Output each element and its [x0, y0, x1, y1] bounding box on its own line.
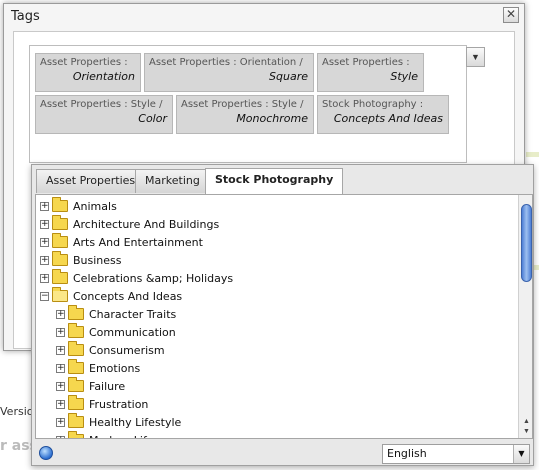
expand-icon[interactable]: + — [40, 273, 49, 283]
folder-icon — [68, 395, 84, 410]
tag-chip[interactable]: Asset Properties : Style / Color — [35, 95, 173, 134]
tree-node[interactable]: + Celebrations &amp; Holidays — [40, 269, 233, 287]
tree-node[interactable]: + Animals — [40, 197, 117, 215]
tree-node-label: Modern Life — [89, 434, 154, 439]
tree-node[interactable]: + Healthy Lifestyle — [56, 413, 181, 431]
folder-icon — [52, 197, 68, 212]
folder-icon — [68, 359, 84, 374]
tree-node[interactable]: + Consumerism — [56, 341, 165, 359]
scrollbar[interactable]: ▲ ▼ — [518, 195, 532, 438]
folder-icon — [68, 377, 84, 392]
tree-node[interactable]: + Frustration — [56, 395, 148, 413]
tag-chip[interactable]: Asset Properties : Orientation — [35, 53, 141, 92]
folder-icon — [68, 341, 84, 356]
tree-node-label: Consumerism — [89, 343, 165, 357]
folder-icon — [52, 233, 68, 248]
dialog-title: Tags — [11, 9, 40, 24]
expand-icon[interactable]: + — [40, 219, 49, 229]
scroll-down-icon[interactable]: ▼ — [521, 427, 532, 437]
expand-icon[interactable]: + — [56, 399, 65, 409]
tag-name: Color — [138, 112, 167, 125]
tree-node-label: Emotions — [89, 361, 141, 375]
scroll-up-icon[interactable]: ▲ — [521, 417, 532, 427]
tag-name: Concepts And Ideas — [333, 112, 443, 125]
tag-namespace: Asset Properties : — [40, 57, 128, 68]
tab-asset-properties[interactable]: Asset Properties — [36, 169, 146, 193]
tree-node-label: Animals — [73, 199, 117, 213]
expand-icon[interactable]: + — [40, 255, 49, 265]
tree-node-label: Celebrations &amp; Holidays — [73, 271, 234, 285]
folder-icon — [68, 431, 84, 438]
scroll-thumb[interactable] — [521, 204, 532, 282]
tag-namespace: Stock Photography : — [322, 99, 424, 110]
tree-node[interactable]: − Concepts And Ideas — [40, 287, 182, 305]
tree-node[interactable]: + Failure — [56, 377, 125, 395]
tree-node-label: Architecture And Buildings — [73, 217, 220, 231]
tag-chip[interactable]: Asset Properties : Orientation / Square — [144, 53, 314, 92]
tree-node[interactable]: + Emotions — [56, 359, 140, 377]
tag-name: Style — [390, 70, 418, 83]
chevron-down-icon[interactable]: ▼ — [513, 445, 529, 463]
tag-name: Square — [269, 70, 308, 83]
language-select[interactable]: English ▼ — [382, 444, 530, 464]
tag-namespace: Asset Properties : Style / — [181, 99, 304, 110]
tree-node[interactable]: + Architecture And Buildings — [40, 215, 219, 233]
background-stripe — [526, 152, 539, 157]
expand-icon[interactable]: + — [40, 201, 49, 211]
tree-node[interactable]: + Communication — [56, 323, 176, 341]
expand-icon[interactable]: + — [56, 381, 65, 391]
tree-node-label: Frustration — [89, 397, 149, 411]
language-value: English — [387, 447, 427, 460]
tree-node-label: Business — [73, 253, 122, 267]
collapse-icon[interactable]: − — [40, 291, 49, 301]
tree-node[interactable]: + Character Traits — [56, 305, 176, 323]
tag-name: Monochrome — [236, 112, 308, 125]
tag-picker: Asset Properties Marketing Stock Photogr… — [31, 164, 534, 466]
tree-node-label: Character Traits — [89, 307, 177, 321]
tree-node-label: Failure — [89, 379, 126, 393]
tree-node[interactable]: + Arts And Entertainment — [40, 233, 203, 251]
tag-chip[interactable]: Asset Properties : Style — [317, 53, 424, 92]
expand-icon[interactable]: + — [56, 309, 65, 319]
globe-icon[interactable] — [39, 446, 53, 460]
tag-chip[interactable]: Stock Photography : Concepts And Ideas — [317, 95, 449, 134]
tree-node-label: Healthy Lifestyle — [89, 415, 182, 429]
tab-stock-photography[interactable]: Stock Photography — [205, 168, 344, 194]
folder-icon — [52, 269, 68, 284]
expand-icon[interactable]: + — [56, 345, 65, 355]
close-button[interactable]: ✕ — [503, 7, 519, 23]
folder-icon — [52, 251, 68, 266]
expand-icon[interactable]: + — [56, 435, 65, 438]
tree-node-label: Arts And Entertainment — [73, 235, 203, 249]
tree-node[interactable]: + Business — [40, 251, 122, 269]
folder-icon — [52, 287, 68, 302]
folder-icon — [68, 323, 84, 338]
expand-icon[interactable]: + — [40, 237, 49, 247]
tag-namespace: Asset Properties : Style / — [40, 99, 163, 110]
folder-icon — [68, 305, 84, 320]
folder-icon — [68, 413, 84, 428]
tag-name: Orientation — [72, 70, 135, 83]
tag-namespace: Asset Properties : — [322, 57, 410, 68]
tree-node-label: Concepts And Ideas — [73, 289, 183, 303]
folder-icon — [52, 215, 68, 230]
tree-node[interactable]: + Modern Life — [56, 431, 154, 439]
expand-icon[interactable]: + — [56, 363, 65, 373]
tag-field[interactable]: Asset Properties : Orientation Asset Pro… — [29, 45, 467, 163]
chevron-down-icon[interactable]: ▼ — [466, 47, 485, 67]
tab-marketing[interactable]: Marketing — [135, 169, 210, 193]
expand-icon[interactable]: + — [56, 417, 65, 427]
tree-node-label: Communication — [89, 325, 176, 339]
expand-icon[interactable]: + — [56, 327, 65, 337]
tag-namespace: Asset Properties : Orientation / — [149, 57, 303, 68]
tag-tree: + Animals + Architecture And Buildings + Arts… — [35, 194, 533, 439]
tag-chip[interactable]: Asset Properties : Style / Monochrome — [176, 95, 314, 134]
